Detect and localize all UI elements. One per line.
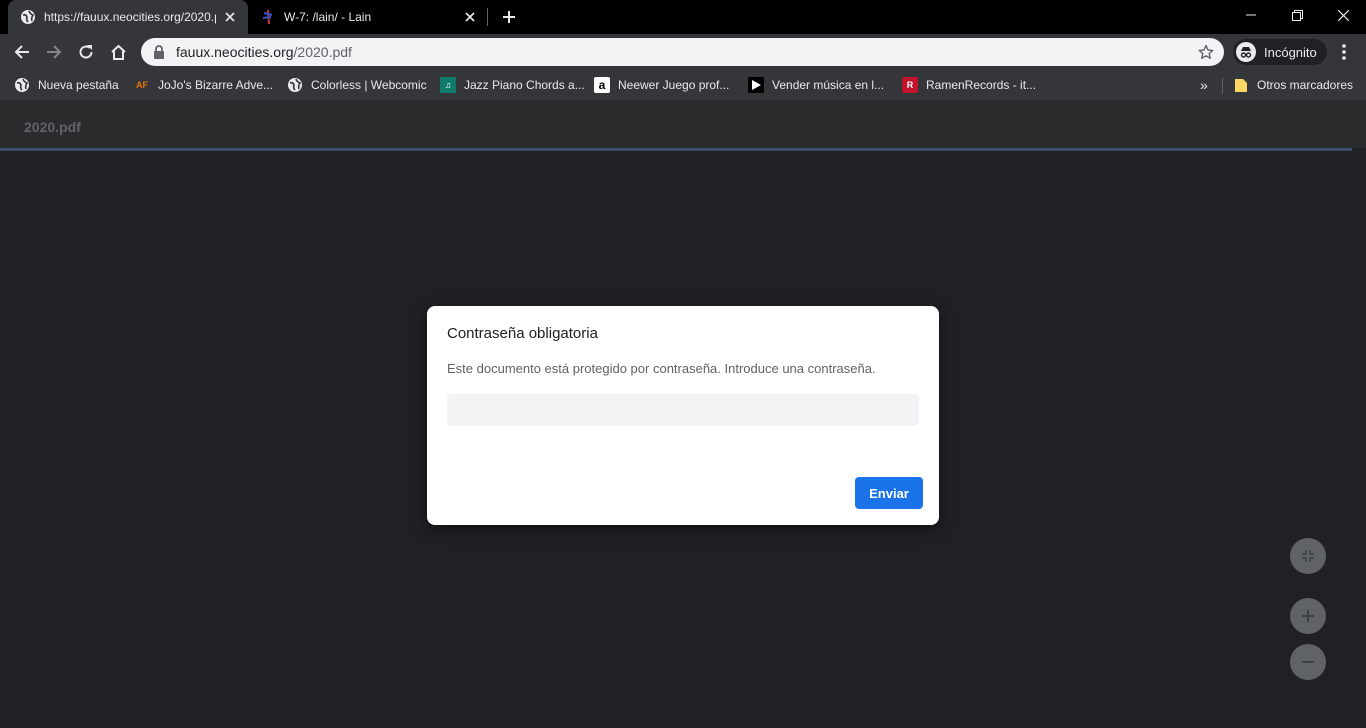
incognito-icon [1236,42,1256,62]
close-window-button[interactable] [1320,0,1366,30]
ramen-icon: R [902,77,918,93]
submit-button[interactable]: Enviar [855,477,923,509]
bookmark-jojo[interactable]: AF JoJo's Bizarre Adve... [134,76,273,94]
close-icon[interactable] [462,9,478,25]
star-icon[interactable] [1198,44,1214,60]
reload-icon [79,45,93,59]
restore-icon [1291,9,1303,21]
plus-icon [1302,610,1314,622]
tab-active[interactable]: https://fauux.neocities.org/2020.pdf [8,0,248,34]
bookmarks-overflow-button[interactable]: » [1200,77,1208,93]
globe-icon [14,77,30,93]
tab-divider [487,8,488,26]
globe-icon [20,9,36,25]
password-dialog: Contraseña obligatoria Este documento es… [427,306,939,525]
zoom-in-button[interactable] [1290,598,1326,634]
url-text: fauux.neocities.org/2020.pdf [176,44,352,60]
tab-title: W-7: /lain/ - Lain [284,10,372,24]
pdf-viewer-header: 2020.pdf [0,100,1366,148]
fit-page-icon [1302,550,1314,562]
back-button[interactable] [8,38,36,66]
home-button[interactable] [104,38,132,66]
plus-icon [503,11,515,23]
tab-title: https://fauux.neocities.org/2020.pdf [44,10,216,24]
bookmark-ramenrecords[interactable]: R RamenRecords - it... [902,76,1036,94]
loading-progress-bar [0,148,1352,151]
menu-button[interactable] [1334,42,1354,62]
dialog-title: Contraseña obligatoria [447,325,598,342]
minimize-icon [1246,14,1256,16]
amazon-icon: a [594,77,610,93]
browser-toolbar: fauux.neocities.org/2020.pdf Incógnito [0,34,1366,70]
music-icon: ♫ [440,77,456,93]
lock-icon [153,45,167,59]
bookmark-label: Nueva pestaña [38,78,119,92]
url-path: /2020.pdf [293,44,352,60]
play-icon [748,77,764,93]
bookmarks-divider [1222,78,1223,94]
incognito-badge[interactable]: Incógnito [1233,39,1327,65]
tab-strip: https://fauux.neocities.org/2020.pdf W-7… [0,0,1366,34]
close-icon [1337,9,1349,21]
bookmark-label: JoJo's Bizarre Adve... [158,78,274,92]
minimize-button[interactable] [1228,0,1274,30]
arrow-left-icon [14,45,29,59]
bookmark-colorless[interactable]: Colorless | Webcomic [287,76,427,94]
minus-icon [1302,661,1314,663]
reload-button[interactable] [72,38,100,66]
globe-icon [287,77,303,93]
bookmark-jazz-piano[interactable]: ♫ Jazz Piano Chords a... [440,76,585,94]
incognito-label: Incógnito [1264,44,1317,60]
document-title: 2020.pdf [24,119,81,135]
fit-to-page-button[interactable] [1290,538,1326,574]
bookmarks-bar: Nueva pestaña AF JoJo's Bizarre Adve... … [0,70,1366,100]
bookmark-label: Neewer Juego prof... [618,78,730,92]
new-tab-button[interactable] [498,6,520,28]
tab-lain[interactable]: W-7: /lain/ - Lain [248,0,488,34]
zoom-out-button[interactable] [1290,644,1326,680]
bookmark-label: Otros marcadores [1257,78,1354,92]
arrow-right-icon [47,45,62,59]
folder-icon [1233,77,1249,93]
address-bar[interactable]: fauux.neocities.org/2020.pdf [141,38,1224,66]
bookmark-vender-musica[interactable]: Vender música en l... [748,76,884,94]
bookmark-label: Jazz Piano Chords a... [464,78,585,92]
url-domain: fauux.neocities.org [176,44,294,60]
password-input[interactable] [447,394,919,426]
bookmark-label: Vender música en l... [772,78,885,92]
bookmark-label: RamenRecords - it... [926,78,1037,92]
bookmark-label: Colorless | Webcomic [311,78,427,92]
home-icon [110,44,126,60]
af-icon: AF [136,80,148,90]
bookmark-otros-marcadores[interactable]: Otros marcadores [1233,76,1353,94]
close-icon[interactable] [222,9,238,25]
bookmark-nueva-pestana[interactable]: Nueva pestaña [14,76,119,94]
more-vertical-icon [1342,44,1346,60]
dialog-message: Este documento está protegido por contra… [447,361,876,376]
lain-favicon-icon [260,9,276,25]
restore-button[interactable] [1274,0,1320,30]
bookmark-neewer[interactable]: a Neewer Juego prof... [594,76,729,94]
forward-button[interactable] [40,38,68,66]
